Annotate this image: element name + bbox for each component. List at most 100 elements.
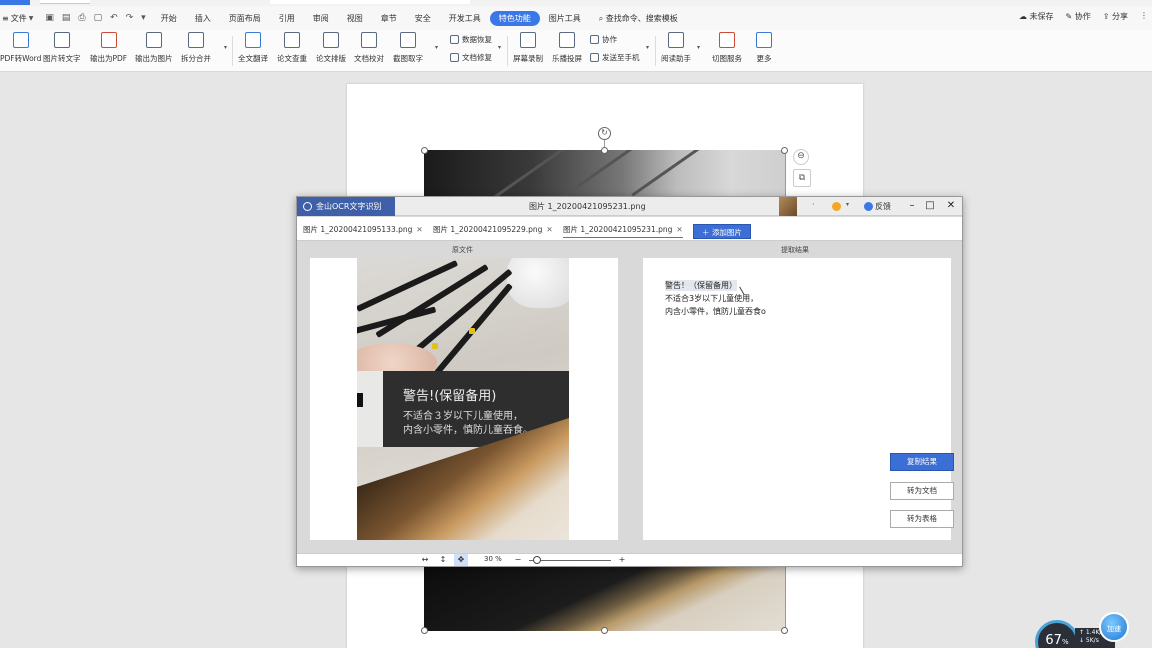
split-merge-button[interactable]: 拆分合并	[181, 32, 211, 64]
collab-button[interactable]: ✎ 协作	[1066, 11, 1091, 22]
zoom-out-icon[interactable]: −	[511, 554, 525, 566]
menu-tab[interactable]: 开发工具	[440, 11, 490, 26]
reading-helper-button[interactable]: 阅读助手	[661, 32, 691, 64]
more-icon[interactable]: ⋮	[1140, 11, 1148, 22]
pdf-icon	[100, 32, 117, 48]
ocr-title-bar[interactable]: 金山OCR文字识别 图片 1_20200421095231.png · ▾ 反馈…	[297, 197, 962, 216]
feedback-button[interactable]: 反馈	[864, 201, 891, 212]
doc-repair-button[interactable]: 文档修复	[450, 52, 492, 63]
send-phone-button[interactable]: 发送至手机	[590, 52, 640, 63]
menu-tab[interactable]: 视图	[338, 11, 372, 26]
image-to-text-button[interactable]: 图片转文字	[43, 32, 81, 64]
open-icon[interactable]: ▤	[62, 13, 71, 23]
source-pane[interactable]: 警告!(保留备用) 不适合３岁以下儿童使用， 内含小零件，慎防儿童吞食。	[310, 258, 618, 540]
convert-to-doc-button[interactable]: 转为文档	[890, 482, 954, 500]
menu-tab[interactable]: 引用	[270, 11, 304, 26]
collapse-icon[interactable]: ⊖	[793, 149, 809, 165]
zoom-bar: ↔ ↕ ✥ 30 % − +	[297, 553, 962, 566]
career-assist-button[interactable]: 切图服务	[712, 32, 742, 64]
resize-handle[interactable]	[421, 147, 428, 154]
record-icon	[520, 32, 536, 48]
reading-chevron-icon[interactable]: ▾	[697, 44, 700, 51]
share-button[interactable]: ⇪ 分享	[1103, 11, 1128, 22]
collaborate-button[interactable]: 协作	[590, 34, 617, 45]
resize-handle[interactable]	[781, 147, 788, 154]
speed-gauge[interactable]: 67%	[1035, 620, 1079, 648]
emoji-icon[interactable]	[832, 202, 841, 211]
divider	[655, 36, 656, 66]
send-chevron-icon[interactable]: ▾	[646, 44, 649, 51]
zoom-in-icon[interactable]: +	[615, 554, 629, 566]
menu-tab[interactable]: 审阅	[304, 11, 338, 26]
screenshot-ocr-button[interactable]: 截图取字	[393, 32, 423, 64]
paper-format-button[interactable]: 论文排版	[316, 32, 346, 64]
command-search[interactable]: ⌕ 查找命令、搜索模板	[590, 11, 687, 26]
menu-tab[interactable]: 页面布局	[220, 11, 270, 26]
zoom-slider-track[interactable]	[529, 560, 611, 561]
more-chevron-icon[interactable]: ▾	[141, 13, 146, 23]
save-icon[interactable]: ▣	[45, 13, 54, 23]
zoom-slider-knob[interactable]	[533, 556, 541, 564]
doc-correct-button[interactable]: 文档校对	[354, 32, 384, 64]
split-chevron-icon[interactable]: ▾	[224, 44, 227, 51]
ocr-chevron-icon[interactable]: ▾	[435, 44, 438, 51]
screen-record-button[interactable]: 屏幕录制	[513, 32, 543, 64]
rotate-handle-icon[interactable]: ↻	[598, 127, 611, 140]
document-image-top[interactable]	[424, 150, 785, 198]
result-line[interactable]: 警告！（保留备用）	[665, 280, 737, 291]
file-menu[interactable]: ≡ 文件 ▼	[0, 13, 39, 24]
home-tab[interactable]	[0, 0, 30, 5]
print-icon[interactable]: ⎙	[78, 13, 85, 23]
result-header: 提取结果	[781, 246, 809, 254]
add-image-button[interactable]: ＋ 添加图片	[693, 224, 751, 239]
ribbon-tabs: 开始 插入 页面布局 引用 审阅 视图 章节 安全 开发工具 特色功能 图片工具	[152, 10, 590, 26]
unsaved-status[interactable]: ☁ 未保存	[1019, 11, 1054, 22]
export-pdf-button[interactable]: 输出为PDF	[90, 32, 127, 64]
file-tab[interactable]: 图片 1_20200421095229.png ✕	[433, 224, 553, 235]
close-tab-icon[interactable]: ✕	[416, 225, 422, 234]
doc-tab[interactable]	[40, 0, 90, 4]
resize-handle[interactable]	[601, 627, 608, 634]
file-tab-active[interactable]: 图片 1_20200421095231.png ✕	[563, 224, 683, 238]
paper-check-button[interactable]: 论文查重	[277, 32, 307, 64]
result-line[interactable]: 内含小零件，慎防儿童吞食o	[665, 306, 766, 317]
menu-tab[interactable]: 开始	[152, 11, 186, 26]
close-tab-icon[interactable]: ✕	[676, 225, 682, 234]
avatar[interactable]	[779, 197, 797, 216]
fit-width-icon[interactable]: ↔	[418, 554, 432, 566]
chevron-down-icon: ▼	[28, 14, 34, 22]
copy-result-button[interactable]: 复制结果	[890, 453, 954, 471]
data-recovery-button[interactable]: 数据恢复	[450, 34, 492, 45]
cast-screen-button[interactable]: 乐播投屏	[552, 32, 582, 64]
layout-options-icon[interactable]: ⧉	[793, 169, 811, 187]
minimize-icon[interactable]: –	[906, 200, 918, 211]
export-image-button[interactable]: 输出为图片	[135, 32, 173, 64]
close-tab-icon[interactable]: ✕	[546, 225, 552, 234]
resize-handle[interactable]	[601, 147, 608, 154]
maximize-icon[interactable]: □	[924, 200, 936, 211]
menu-tab[interactable]: 安全	[406, 11, 440, 26]
menu-tab[interactable]: 图片工具	[540, 11, 590, 26]
menu-tab[interactable]: 特色功能	[489, 10, 540, 26]
menu-tab[interactable]: 章节	[372, 11, 406, 26]
pan-icon[interactable]: ✥	[454, 554, 468, 566]
full-translate-button[interactable]: 全文翻译	[238, 32, 268, 64]
pdf-to-word-button[interactable]: PDF转Word	[0, 32, 41, 64]
more-apps-button[interactable]: 更多	[756, 32, 772, 64]
result-line[interactable]: 不适合3岁以下儿童使用，	[665, 293, 758, 304]
preview-icon[interactable]: ▢	[94, 13, 103, 23]
chevron-down-icon[interactable]: ▾	[846, 201, 849, 208]
document-image-bottom[interactable]	[424, 566, 785, 631]
resize-handle[interactable]	[781, 627, 788, 634]
convert-to-table-button[interactable]: 转为表格	[890, 510, 954, 528]
file-tab[interactable]: 图片 1_20200421095133.png ✕	[303, 224, 423, 235]
menu-tab[interactable]: 插入	[186, 11, 220, 26]
current-doc-tab[interactable]	[270, 0, 470, 4]
undo-icon[interactable]: ↶	[110, 13, 118, 23]
close-icon[interactable]: ✕	[945, 200, 957, 211]
repair-chevron-icon[interactable]: ▾	[498, 44, 501, 51]
resize-handle[interactable]	[421, 627, 428, 634]
fit-height-icon[interactable]: ↕	[436, 554, 450, 566]
redo-icon[interactable]: ↷	[126, 13, 134, 23]
accelerate-ball[interactable]: 加速	[1099, 612, 1129, 642]
